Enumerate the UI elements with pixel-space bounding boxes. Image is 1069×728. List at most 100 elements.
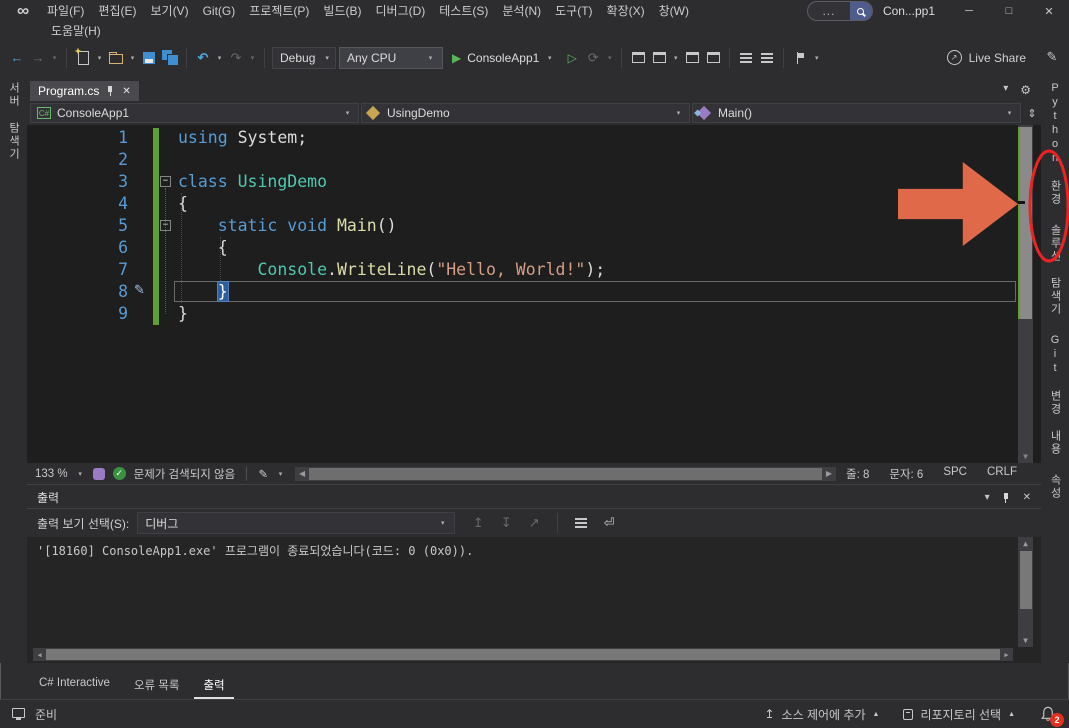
send-feedback-icon[interactable]: ✎: [1043, 47, 1061, 69]
code-line[interactable]: }: [178, 281, 605, 303]
pin-tab-icon[interactable]: [106, 85, 115, 97]
zoom-dropdown[interactable]: 133 % ▾: [35, 468, 85, 480]
output-content[interactable]: '[18160] ConsoleApp1.exe' 프로그램이 종료되었습니다(…: [27, 537, 1041, 663]
code-line[interactable]: using System;: [178, 127, 605, 149]
quick-search-box[interactable]: ...: [806, 1, 873, 21]
properties-window-icon[interactable]: [683, 47, 701, 69]
menu-item[interactable]: 프로젝트(P): [242, 1, 316, 22]
document-tab[interactable]: Program.cs ✕: [30, 81, 139, 101]
undo-dropdown-icon[interactable]: ▾: [215, 54, 224, 62]
window-layout-icon[interactable]: [704, 47, 722, 69]
scroll-down-icon[interactable]: ▼: [1018, 452, 1033, 461]
navigate-forward-dropdown-icon[interactable]: ▾: [50, 54, 59, 62]
scroll-left-icon[interactable]: ◀: [33, 648, 46, 661]
scroll-up-icon[interactable]: ▲: [1018, 539, 1033, 548]
navigate-back-icon[interactable]: ←: [8, 47, 26, 69]
menu-item[interactable]: 창(W): [652, 1, 696, 22]
refresh-icon[interactable]: ⟳: [584, 47, 602, 69]
menu-item[interactable]: Git(G): [196, 1, 243, 22]
code-line[interactable]: {: [178, 237, 605, 259]
live-share-button[interactable]: ↗ Live Share: [946, 50, 1026, 65]
clear-all-icon[interactable]: [572, 512, 590, 534]
close-panel-icon[interactable]: ✕: [1023, 492, 1031, 503]
panel-tab[interactable]: 출력: [194, 675, 234, 699]
bookmark-icon[interactable]: [791, 47, 809, 69]
minimize-button[interactable]: ─: [949, 1, 989, 22]
indent-decrease-icon[interactable]: [737, 47, 755, 69]
add-to-source-control-button[interactable]: ↥ 소스 제어에 추가 ▲: [764, 706, 879, 723]
code-line[interactable]: Console.WriteLine("Hello, World!");: [178, 259, 605, 281]
editor-horizontal-scrollbar[interactable]: ◀ ▶: [295, 466, 836, 481]
line-ending-indicator[interactable]: CRLF: [987, 466, 1017, 482]
word-wrap-icon[interactable]: ⏎: [600, 512, 618, 534]
side-tab[interactable]: 서버 탐색기: [6, 82, 22, 161]
output-source-dropdown[interactable]: 디버그 ▾: [137, 512, 456, 534]
undo-icon[interactable]: ↶: [194, 47, 212, 69]
side-tab[interactable]: Git 변경 내용: [1047, 334, 1063, 456]
output-panel-header[interactable]: 출력 ▾ ✕: [27, 487, 1041, 509]
maximize-button[interactable]: □: [989, 1, 1029, 22]
solution-explorer-window-icon[interactable]: [650, 47, 668, 69]
indent-increase-icon[interactable]: [758, 47, 776, 69]
menu-item[interactable]: 디버그(D): [368, 1, 432, 22]
redo-dropdown-icon[interactable]: ▾: [248, 54, 257, 62]
next-message-icon[interactable]: ↧: [497, 512, 515, 534]
start-debugging-button[interactable]: ▶ ConsoleApp1 ▾: [446, 47, 560, 69]
open-file-icon[interactable]: [107, 47, 125, 69]
project-dropdown[interactable]: C# ConsoleApp1 ▾: [30, 103, 359, 123]
previous-message-icon[interactable]: ↥: [469, 512, 487, 534]
menu-item[interactable]: 파일(F): [40, 1, 91, 22]
scrollbar-thumb[interactable]: [1020, 551, 1032, 609]
scroll-right-icon[interactable]: ▶: [1000, 648, 1013, 661]
code-line[interactable]: {: [178, 193, 605, 215]
save-all-icon[interactable]: [161, 47, 179, 69]
window-position-dropdown-icon[interactable]: ▾: [985, 492, 990, 503]
code-cleanup-dropdown-icon[interactable]: ▾: [276, 470, 285, 478]
output-horizontal-scrollbar[interactable]: ◀ ▶: [33, 648, 1013, 661]
new-file-dropdown-icon[interactable]: ▾: [95, 54, 104, 62]
member-dropdown[interactable]: Main() ▾: [692, 103, 1021, 123]
open-file-dropdown-icon[interactable]: ▾: [128, 54, 137, 62]
navigate-forward-icon[interactable]: →: [29, 47, 47, 69]
solution-configuration-dropdown[interactable]: Debug ▾: [272, 46, 336, 69]
auto-hide-pin-icon[interactable]: [1002, 492, 1011, 504]
code-line[interactable]: [178, 149, 605, 171]
code-line[interactable]: class UsingDemo: [178, 171, 605, 193]
redo-icon[interactable]: ↷: [227, 47, 245, 69]
close-button[interactable]: ✕: [1029, 1, 1069, 22]
menu-item[interactable]: 보기(V): [143, 1, 195, 22]
solution-platform-dropdown[interactable]: Any CPU ▾: [339, 46, 443, 69]
start-without-debugging-icon[interactable]: ▷: [563, 47, 581, 69]
type-dropdown[interactable]: UsingDemo ▾: [361, 103, 690, 123]
start-dropdown-icon[interactable]: ▾: [545, 54, 554, 62]
scrollbar-thumb[interactable]: [46, 649, 1000, 660]
menu-item[interactable]: 테스트(S): [432, 1, 495, 22]
scroll-left-icon[interactable]: ◀: [295, 467, 309, 481]
menu-item[interactable]: 빌드(B): [316, 1, 368, 22]
notifications-button[interactable]: 2: [1039, 705, 1064, 727]
active-files-dropdown-icon[interactable]: ▾: [1003, 83, 1008, 97]
fold-collapse-icon[interactable]: −: [160, 176, 171, 187]
code-line[interactable]: }: [178, 303, 605, 325]
refresh-dropdown-icon[interactable]: ▾: [605, 54, 614, 62]
new-file-icon[interactable]: [74, 47, 92, 69]
menu-item[interactable]: 도구(T): [548, 1, 599, 22]
select-repository-button[interactable]: 리포지토리 선택 ▲: [903, 706, 1015, 723]
go-to-source-icon[interactable]: ↗: [525, 512, 543, 534]
output-vertical-scrollbar[interactable]: ▲ ▼: [1018, 537, 1033, 647]
window-dropdown-icon[interactable]: ▾: [671, 54, 680, 62]
scroll-down-icon[interactable]: ▼: [1018, 636, 1033, 645]
search-button[interactable]: [849, 2, 872, 20]
menu-item[interactable]: 확장(X): [600, 1, 652, 22]
panel-tab[interactable]: C# Interactive: [30, 675, 119, 699]
scroll-right-icon[interactable]: ▶: [822, 467, 836, 481]
panel-tab[interactable]: 오류 목록: [125, 675, 189, 699]
document-options-gear-icon[interactable]: ⚙: [1020, 83, 1031, 97]
code-cleanup-pen-icon[interactable]: ✎: [258, 467, 268, 481]
code-line[interactable]: static void Main(): [178, 215, 605, 237]
save-icon[interactable]: [140, 47, 158, 69]
code-editor[interactable]: 123456789 − − using System; class UsingDe…: [27, 125, 1041, 463]
find-in-files-icon[interactable]: [629, 47, 647, 69]
menu-item[interactable]: 편집(E): [91, 1, 143, 22]
close-tab-icon[interactable]: ✕: [122, 86, 130, 97]
